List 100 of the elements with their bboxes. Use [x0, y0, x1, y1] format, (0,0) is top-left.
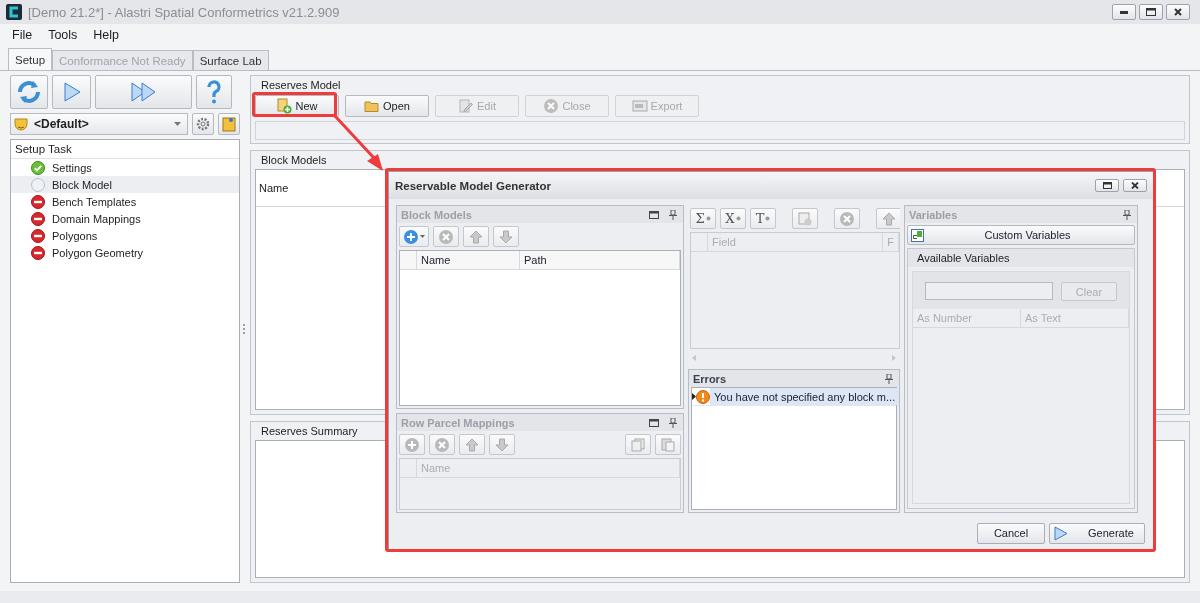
panel-title: Block Models: [260, 153, 328, 168]
fast-forward-button[interactable]: [95, 75, 192, 109]
error-message[interactable]: You have not specified any block m...: [710, 388, 900, 405]
dot-icon: [765, 216, 771, 221]
minimize-button[interactable]: [1112, 4, 1136, 20]
tab[interactable]: Surface Lab: [192, 50, 269, 70]
refresh-button[interactable]: [10, 75, 48, 109]
pane-title: Row Parcel Mappings: [401, 416, 516, 429]
play-button[interactable]: [52, 75, 91, 109]
minimize-icon: [1120, 10, 1128, 14]
profile-dropdown[interactable]: <Default>: [10, 113, 188, 135]
remove-button[interactable]: [429, 434, 455, 455]
search-field[interactable]: [925, 282, 1053, 300]
paste-button[interactable]: [655, 434, 681, 455]
dot-icon: [735, 216, 741, 221]
maximize-icon: [1102, 182, 1112, 189]
formula-tool-button[interactable]: T: [750, 208, 776, 229]
expand-arrow-icon: [692, 393, 696, 400]
pin-icon: [669, 209, 677, 220]
maximize-icon: [1146, 8, 1156, 16]
pane-title: Block Models: [401, 208, 473, 221]
remove-icon: [434, 436, 450, 453]
play-icon: [62, 82, 81, 102]
panel-title: Reserves Summary: [260, 424, 359, 439]
play-icon: [1054, 525, 1068, 541]
help-button[interactable]: [196, 75, 232, 109]
column-header[interactable]: Name: [417, 251, 520, 269]
task-item[interactable]: Domain Mappings: [11, 210, 239, 227]
fast-forward-icon: [130, 82, 157, 102]
formula-tool-button[interactable]: Σ: [690, 208, 716, 229]
add-icon: [404, 436, 420, 453]
close-icon: [1131, 182, 1139, 189]
scroll-right-icon: [892, 355, 896, 361]
add-icon: [403, 228, 419, 245]
formula-tool-button[interactable]: X: [720, 208, 746, 229]
mask-icon: [14, 117, 28, 131]
dialog-title: Reservable Model Generator: [395, 179, 552, 192]
pin-icon: [885, 373, 893, 384]
close-button[interactable]: [1123, 179, 1147, 192]
group-title: Available Variables: [908, 249, 1134, 267]
close-icon: [1174, 8, 1182, 16]
task-item[interactable]: Polygons: [11, 227, 239, 244]
remove-button[interactable]: [834, 208, 860, 229]
move-down-button[interactable]: [489, 434, 515, 455]
move-up-button[interactable]: [459, 434, 485, 455]
panel-title: Reserves Model: [260, 78, 342, 93]
pencil-icon: [458, 98, 474, 114]
generate-button[interactable]: Generate: [1049, 522, 1145, 544]
help-icon: [206, 79, 222, 105]
remove-icon: [438, 228, 454, 245]
variable-icon: [911, 228, 924, 242]
folder-icon: [364, 98, 381, 114]
pin-icon: [1123, 209, 1131, 220]
splitter-grip[interactable]: [243, 324, 247, 334]
maximize-button[interactable]: [1139, 4, 1163, 20]
dropdown-caret-icon: [420, 235, 425, 238]
settings-button[interactable]: [192, 113, 214, 135]
column-header: Setup Task: [11, 140, 239, 159]
down-arrow-icon: [499, 229, 513, 244]
pin-icon: [669, 417, 677, 428]
task-item[interactable]: Bench Templates: [11, 193, 239, 210]
cancel-button[interactable]: Cancel: [977, 522, 1045, 544]
dropdown-caret-icon: [174, 122, 181, 126]
maximize-button[interactable]: [1095, 179, 1119, 192]
window-title: [Demo 21.2*] - Alastri Spatial Conformetrics v21.2.909: [28, 4, 341, 20]
menu-item[interactable]: Tools: [42, 26, 84, 44]
pane-title: Errors: [693, 372, 728, 385]
move-up-button[interactable]: [876, 208, 900, 229]
open-button[interactable]: Open: [345, 95, 429, 117]
down-arrow-icon: [495, 437, 509, 452]
remove-icon: [839, 210, 855, 227]
task-item[interactable]: Block Model: [11, 176, 239, 193]
add-dropdown-button[interactable]: [399, 226, 429, 247]
move-down-button[interactable]: [493, 226, 519, 247]
menu-item[interactable]: Help: [87, 26, 126, 44]
up-arrow-icon: [469, 229, 483, 244]
add-row-icon: [798, 211, 812, 226]
close-circle-icon: [543, 98, 560, 114]
tab[interactable]: Setup: [8, 48, 53, 70]
task-item[interactable]: Polygon Geometry: [11, 244, 239, 261]
custom-variables-button[interactable]: Custom Variables: [907, 225, 1135, 245]
new-document-icon: [276, 98, 293, 114]
close-button[interactable]: [1166, 4, 1190, 20]
clipboard-button[interactable]: [218, 113, 240, 135]
column-header[interactable]: Path: [520, 251, 680, 269]
restore-icon: [649, 210, 659, 219]
dot-icon: [705, 216, 711, 221]
move-up-button[interactable]: [463, 226, 489, 247]
remove-button[interactable]: [433, 226, 459, 247]
copy-icon: [631, 437, 645, 452]
copy-button[interactable]: [625, 434, 651, 455]
up-arrow-icon: [465, 437, 479, 452]
paste-icon: [661, 437, 675, 452]
menu-item[interactable]: File: [6, 26, 39, 44]
task-item[interactable]: Settings: [11, 159, 239, 176]
pane-title: Variables: [909, 208, 959, 221]
add-button[interactable]: [399, 434, 425, 455]
app-logo-icon: [6, 4, 22, 20]
add-row-button[interactable]: [792, 208, 818, 229]
clipboard-icon: [222, 116, 236, 132]
